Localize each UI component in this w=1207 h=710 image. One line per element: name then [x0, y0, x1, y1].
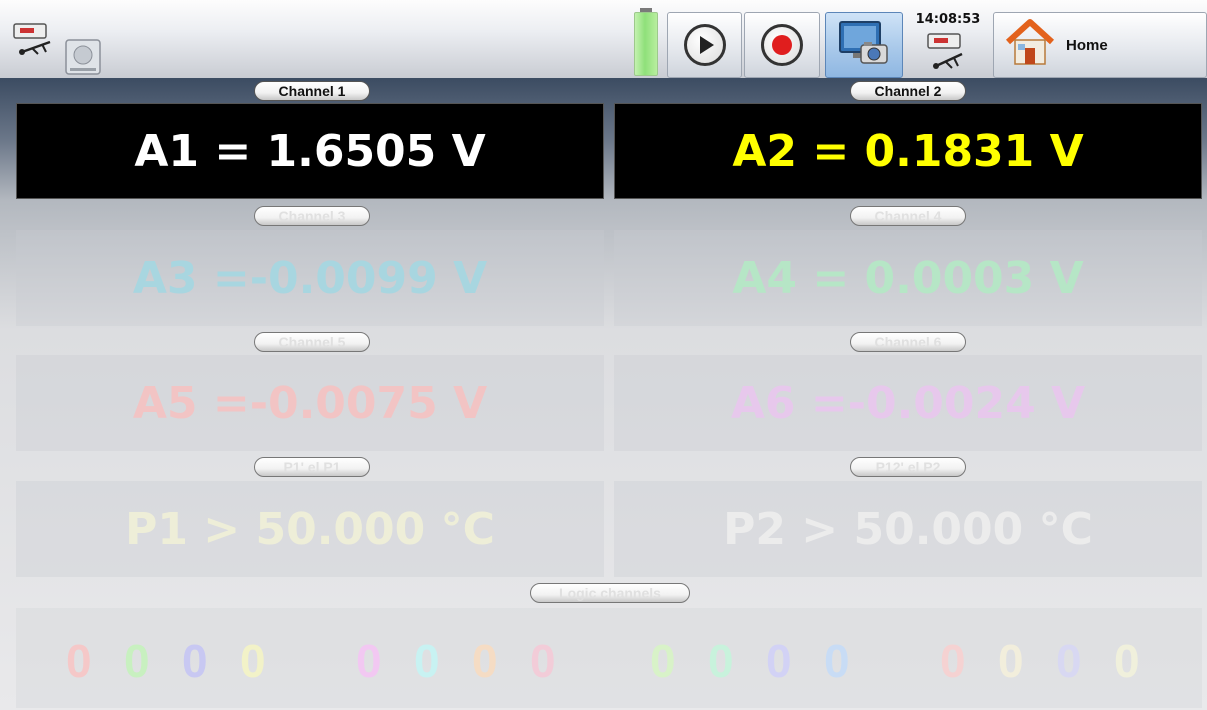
- channel-2-label: Channel 2: [850, 81, 966, 101]
- logic-digit: 0: [124, 635, 150, 687]
- logic-digit: 0: [824, 635, 850, 687]
- screenshot-icon: [837, 19, 891, 71]
- top-toolbar: 14:08:53 Home: [0, 0, 1207, 80]
- logic-digit: 0: [472, 635, 498, 687]
- record-icon: [761, 24, 803, 66]
- logic-digit: 0: [766, 635, 792, 687]
- logic-digit: 0: [708, 635, 734, 687]
- channel-3-label: Channel 3: [254, 206, 370, 226]
- logic-digit: 0: [650, 635, 676, 687]
- record-button[interactable]: [744, 12, 820, 78]
- home-icon: [1004, 18, 1056, 72]
- logic-digit: 0: [182, 635, 208, 687]
- channel-2-display[interactable]: A2 = 0.1831 V: [614, 103, 1202, 199]
- home-label: Home: [1066, 36, 1108, 54]
- channel-area: Channel 1 Channel 2 A1 = 1.6505 V A2 = 0…: [0, 80, 1207, 710]
- logic-channels-label: Logic channels: [530, 583, 690, 603]
- channel-6-display[interactable]: A6 =-0.0024 V: [614, 355, 1202, 451]
- calc-2-display[interactable]: P2 > 50.000 °C: [614, 481, 1202, 577]
- channel-1-label: Channel 1: [254, 81, 370, 101]
- play-icon: [683, 24, 726, 66]
- screenshot-button[interactable]: [825, 12, 903, 78]
- logic-digit: 0: [530, 635, 556, 687]
- channel-5-display[interactable]: A5 =-0.0075 V: [16, 355, 604, 451]
- play-button[interactable]: [667, 12, 742, 78]
- logic-digit: 0: [940, 635, 966, 687]
- channel-3-display[interactable]: A3 =-0.0099 V: [16, 230, 604, 326]
- calc-1-display[interactable]: P1 > 50.000 °C: [16, 481, 604, 577]
- battery-icon: [634, 12, 658, 76]
- channel-5-label: Channel 5: [254, 332, 370, 352]
- clock-time: 14:08:53: [915, 12, 981, 27]
- channel-1-display[interactable]: A1 = 1.6505 V: [16, 103, 604, 199]
- usb-icon[interactable]: [12, 22, 60, 62]
- logic-digit: 0: [356, 635, 382, 687]
- clock: 14:08:53: [906, 12, 990, 78]
- channel-4-display[interactable]: A4 = 0.0003 V: [614, 230, 1202, 326]
- channel-4-label: Channel 4: [850, 206, 966, 226]
- logic-digit: 0: [66, 635, 92, 687]
- usb-icon[interactable]: [926, 32, 972, 78]
- logic-digit: 0: [240, 635, 266, 687]
- logic-digit: 0: [998, 635, 1024, 687]
- logic-digit: 0: [414, 635, 440, 687]
- calc-2-label: P12' el P2: [850, 457, 966, 477]
- calc-1-label: P1' el P1: [254, 457, 370, 477]
- channel-6-label: Channel 6: [850, 332, 966, 352]
- logic-digit: 0: [1114, 635, 1140, 687]
- home-button[interactable]: Home: [993, 12, 1207, 78]
- disk-icon[interactable]: [64, 38, 104, 80]
- logic-digit: 0: [1056, 635, 1082, 687]
- logic-channels-display[interactable]: 0 0 0 0 0 0 0 0 0 0 0 0 0 0 0 0: [16, 608, 1202, 708]
